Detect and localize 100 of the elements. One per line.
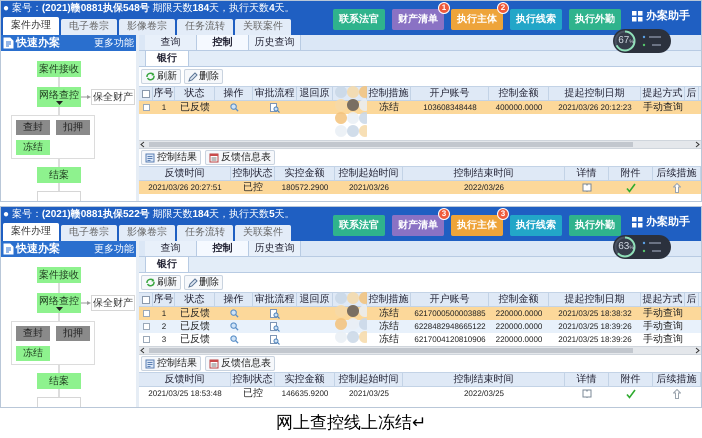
column-header: 操作 (215, 87, 253, 100)
column-header: 提起控制日期 (549, 87, 641, 100)
flow-node[interactable]: 案件接收 (37, 267, 81, 283)
search-icon[interactable] (230, 103, 238, 112)
delete-button[interactable]: 删除 (184, 69, 223, 84)
pencil-icon (188, 278, 198, 288)
table-cell-text: 2021/03/25 (348, 388, 390, 400)
table-cell-text: 2021/03/25 18:38:32 (557, 308, 633, 320)
case-tab[interactable]: 影像卷宗 (119, 19, 175, 35)
column-header: 控制状态 (231, 373, 275, 386)
bank-tab[interactable]: 银行 (145, 51, 189, 66)
table-row[interactable]: 1 已反馈 冻结 6217000500003885 220000.0000 2021/03/25 18:38:32 手动查询 (139, 307, 701, 320)
flow-node[interactable]: 冻结 (16, 346, 50, 361)
action-button[interactable]: 财产清单 (392, 215, 444, 236)
assistant-button[interactable]: 办案助手 (632, 212, 690, 233)
flow-node[interactable]: 网络查控 (37, 87, 81, 107)
header-checkbox[interactable] (142, 90, 150, 98)
book-icon[interactable] (582, 389, 592, 398)
column-header: 状态 (175, 87, 215, 100)
case-tab[interactable]: 任务流转 (177, 225, 233, 241)
column-header: 控制金额 (489, 87, 549, 100)
arrow-up-icon[interactable] (673, 388, 681, 398)
column-header: 开户账号 (411, 87, 489, 100)
check-icon[interactable] (626, 182, 636, 192)
column-header: 状态 (175, 293, 215, 306)
connector-line (58, 76, 60, 88)
table-row[interactable]: 2021/03/26 20:27:51 已控 180572.2900 2021/03/26 2022/03/26 (139, 181, 701, 194)
row-checkbox[interactable] (142, 104, 150, 111)
search-icon[interactable] (230, 309, 238, 318)
control-tab[interactable]: 查询 (145, 35, 197, 50)
assistant-button[interactable]: 办案助手 (632, 6, 690, 27)
case-tab[interactable]: 电子卷宗 (61, 225, 117, 241)
flow-node[interactable]: 扣押 (56, 326, 90, 341)
case-tab[interactable]: 关联案件 (235, 225, 291, 241)
arrow-up-icon[interactable] (673, 182, 681, 192)
flow-node[interactable]: 网络查控 (37, 293, 81, 313)
refresh-button[interactable]: 刷新 (141, 69, 181, 84)
case-tab[interactable]: 案件办理 (3, 223, 59, 241)
more-functions-link[interactable]: 更多功能 (94, 242, 134, 256)
column-header: 反馈时间 (139, 167, 231, 180)
flow-node[interactable]: 查封 (16, 120, 50, 135)
table-cell-text: 手动查询 (642, 101, 684, 114)
book-icon[interactable] (582, 183, 592, 192)
feedback-form-button[interactable]: 反馈信息表 (205, 356, 275, 371)
document-search-icon[interactable] (270, 334, 280, 344)
flow-node[interactable]: 结案 (37, 167, 81, 183)
document-search-icon[interactable] (270, 322, 280, 332)
grid-icon (632, 217, 643, 228)
scrollbar-thumb[interactable] (149, 142, 633, 147)
row-checkbox[interactable] (142, 323, 150, 330)
table-cell-text: 2022/03/26 (462, 182, 506, 194)
search-icon[interactable] (230, 322, 238, 331)
table-row[interactable]: 1 已反馈 冻结 103608348448 400000.0000 2021/03/26 20:12:23 手动查询 (139, 101, 701, 114)
notification-badge: 3 (438, 208, 450, 220)
document-search-icon[interactable] (270, 308, 280, 318)
table-row[interactable]: 2 已反馈 冻结 6228482948665122 220000.0000 2021/03/25 18:39:26 手动查询 (139, 320, 701, 333)
control-tab[interactable]: 历史查询 (249, 241, 301, 256)
table-cell-text: 2021/03/25 18:53:48 (147, 388, 223, 400)
feedback-form-button[interactable]: 反馈信息表 (205, 150, 275, 165)
control-result-button[interactable]: 控制结果 (141, 150, 201, 165)
table-cell-text: 手动查询 (642, 320, 684, 333)
horizontal-scrollbar[interactable] (139, 140, 701, 149)
notification-badge: 1 (438, 2, 450, 14)
header-checkbox[interactable] (142, 296, 150, 304)
table-cell-text: 冻结 (378, 101, 400, 114)
action-button[interactable]: 财产清单 (392, 9, 444, 30)
refresh-button[interactable]: 刷新 (141, 275, 181, 290)
delete-button[interactable]: 删除 (184, 275, 223, 290)
column-header: 控制起始时间 (335, 167, 403, 180)
case-tab[interactable]: 电子卷宗 (61, 19, 117, 35)
flow-node[interactable]: 扣押 (56, 120, 90, 135)
scrollbar-thumb[interactable] (149, 348, 633, 353)
flow-node[interactable]: 冻结 (16, 140, 50, 155)
bank-tab[interactable]: 银行 (145, 257, 189, 272)
table-cell-text: 1 (160, 102, 168, 114)
row-checkbox[interactable] (142, 336, 150, 343)
case-tab[interactable]: 任务流转 (177, 19, 233, 35)
table-cell-text: 180572.2900 (280, 182, 330, 194)
document-search-icon[interactable] (270, 102, 280, 112)
check-icon[interactable] (626, 388, 636, 398)
flow-node[interactable]: 案件接收 (37, 61, 81, 77)
horizontal-scrollbar[interactable] (139, 346, 701, 355)
flow-node[interactable]: 结案 (37, 373, 81, 389)
search-icon[interactable] (230, 335, 238, 344)
more-functions-link[interactable]: 更多功能 (94, 36, 134, 50)
flow-node[interactable]: 保全财产 (91, 295, 135, 311)
control-result-button[interactable]: 控制结果 (141, 356, 201, 371)
column-header: 退回原 (297, 87, 333, 100)
row-checkbox[interactable] (142, 310, 150, 317)
case-tab[interactable]: 关联案件 (235, 19, 291, 35)
flow-node[interactable]: 保全财产 (91, 89, 135, 105)
table-cell-text: 已反馈 (179, 333, 211, 346)
control-tab[interactable]: 控制 (197, 35, 249, 50)
control-tab[interactable]: 查询 (145, 241, 197, 256)
case-tab[interactable]: 影像卷宗 (119, 225, 175, 241)
case-tab[interactable]: 案件办理 (3, 17, 59, 35)
control-tab[interactable]: 历史查询 (249, 35, 301, 50)
flow-node[interactable]: 查封 (16, 326, 50, 341)
table-cell-text: 220000.0000 (494, 308, 544, 320)
control-tab[interactable]: 控制 (197, 241, 249, 256)
